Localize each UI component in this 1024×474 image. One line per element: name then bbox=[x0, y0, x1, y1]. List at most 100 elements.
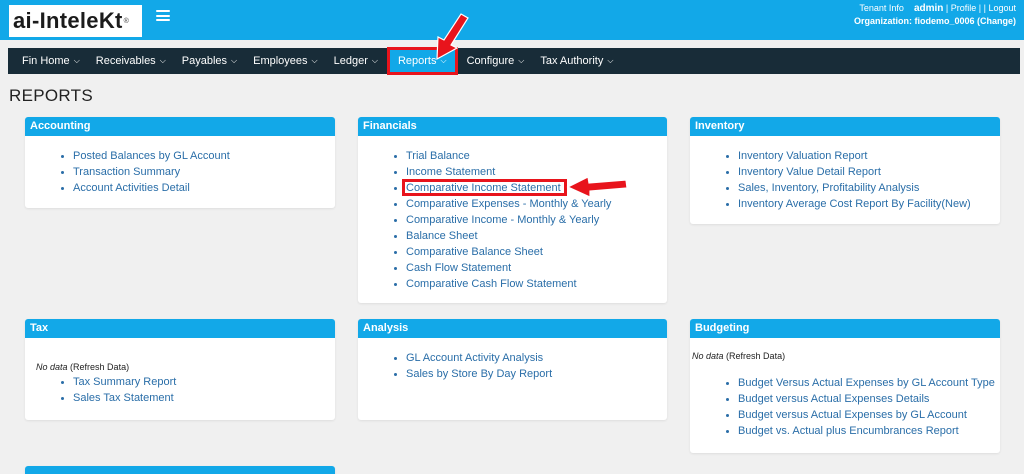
refresh-data-link[interactable]: (Refresh Data) bbox=[726, 351, 785, 361]
report-link[interactable]: Budget Versus Actual Expenses by GL Acco… bbox=[738, 377, 995, 389]
panel-title: Financials bbox=[358, 117, 667, 136]
report-link[interactable]: Cash Flow Statement bbox=[406, 262, 511, 274]
list-item: Income Statement bbox=[406, 164, 667, 180]
annotation-highlight-box bbox=[402, 179, 567, 196]
list-item: Sales by Store By Day Report bbox=[406, 366, 667, 382]
report-link[interactable]: Inventory Value Detail Report bbox=[738, 166, 881, 178]
list-item: Sales Tax Statement bbox=[73, 390, 335, 406]
refresh-data-link[interactable]: (Refresh Data) bbox=[70, 362, 129, 372]
username: admin bbox=[913, 3, 944, 14]
nav-label: Tax Authority bbox=[540, 55, 604, 67]
organization-label: Organization: bbox=[853, 16, 912, 26]
top-header: ai-InteleKt ® Tenant Info admin | Profil… bbox=[0, 0, 1024, 40]
list-item: Budget vs. Actual plus Encumbrances Repo… bbox=[738, 423, 1000, 439]
tenant-info-link[interactable]: Tenant Info bbox=[859, 3, 904, 13]
nav-fin-home[interactable]: Fin Home ⌵ bbox=[14, 48, 88, 74]
panel-title: Analysis bbox=[358, 319, 667, 338]
panel-title: Tax bbox=[25, 319, 335, 338]
chevron-down-icon: ⌵ bbox=[159, 56, 166, 65]
chevron-down-icon: ⌵ bbox=[440, 56, 447, 65]
logo-registered-mark: ® bbox=[123, 17, 129, 25]
report-link[interactable]: Income Statement bbox=[406, 166, 495, 178]
no-data-label: No data bbox=[36, 362, 68, 372]
panel-partial bbox=[25, 466, 335, 474]
report-link[interactable]: Inventory Valuation Report bbox=[738, 150, 867, 162]
nav-label: Employees bbox=[253, 55, 308, 67]
list-item: Balance Sheet bbox=[406, 228, 667, 244]
nav-label: Payables bbox=[181, 55, 228, 67]
report-link[interactable]: Comparative Income - Monthly & Yearly bbox=[406, 214, 599, 226]
list-item: Inventory Value Detail Report bbox=[738, 164, 1000, 180]
nav-payables[interactable]: Payables ⌵ bbox=[174, 48, 245, 74]
list-item: Transaction Summary bbox=[73, 164, 335, 180]
chevron-down-icon: ⌵ bbox=[311, 56, 318, 65]
no-data-note: No data (Refresh Data) bbox=[690, 338, 1000, 361]
organization-value: fiodemo_0006 bbox=[914, 16, 975, 26]
list-item: Posted Balances by GL Account bbox=[73, 148, 335, 164]
page-title: REPORTS bbox=[9, 86, 93, 105]
report-link[interactable]: Comparative Cash Flow Statement bbox=[406, 278, 577, 290]
list-item: Inventory Average Cost Report By Facilit… bbox=[738, 196, 1000, 212]
report-link[interactable]: Transaction Summary bbox=[73, 166, 180, 178]
chevron-down-icon: ⌵ bbox=[607, 56, 614, 65]
list-item: Comparative Expenses - Monthly & Yearly bbox=[406, 196, 667, 212]
panel-title: Budgeting bbox=[690, 319, 1000, 338]
list-item: Comparative Cash Flow Statement bbox=[406, 276, 667, 292]
list-item: Comparative Income - Monthly & Yearly bbox=[406, 212, 667, 228]
report-link[interactable]: Comparative Expenses - Monthly & Yearly bbox=[406, 198, 611, 210]
nav-label: Ledger bbox=[333, 55, 368, 67]
report-link[interactable]: Budget vs. Actual plus Encumbrances Repo… bbox=[738, 425, 959, 437]
list-item: Budget versus Actual Expenses Details bbox=[738, 391, 1000, 407]
panel-analysis: Analysis GL Account Activity Analysis Sa… bbox=[358, 319, 667, 420]
panel-title: Accounting bbox=[25, 117, 335, 136]
chevron-down-icon: ⌵ bbox=[73, 56, 80, 65]
list-item: Budget Versus Actual Expenses by GL Acco… bbox=[738, 375, 1000, 391]
report-link[interactable]: Inventory Average Cost Report By Facilit… bbox=[738, 198, 971, 210]
list-item: Sales, Inventory, Profitability Analysis bbox=[738, 180, 1000, 196]
list-item: Account Activities Detail bbox=[73, 180, 335, 196]
app-logo[interactable]: ai-InteleKt ® bbox=[9, 5, 142, 37]
nav-reports[interactable]: Reports ⌵ bbox=[386, 47, 458, 75]
report-link[interactable]: Sales Tax Statement bbox=[73, 392, 174, 404]
report-link[interactable]: Tax Summary Report bbox=[73, 376, 176, 388]
nav-label: Receivables bbox=[95, 55, 156, 67]
panel-tax: Tax No data (Refresh Data) Tax Summary R… bbox=[25, 319, 335, 420]
logo-text: ai-InteleKt bbox=[13, 8, 123, 33]
chevron-down-icon: ⌵ bbox=[518, 56, 525, 65]
panel-financials: Financials Trial Balance Income Statemen… bbox=[358, 117, 667, 303]
profile-link[interactable]: Profile bbox=[951, 3, 977, 13]
list-item: Inventory Valuation Report bbox=[738, 148, 1000, 164]
report-link[interactable]: Sales, Inventory, Profitability Analysis bbox=[738, 182, 919, 194]
user-area: Tenant Info admin | Profile | | Logout O… bbox=[853, 3, 1016, 26]
list-item: Budget versus Actual Expenses by GL Acco… bbox=[738, 407, 1000, 423]
list-item: GL Account Activity Analysis bbox=[406, 350, 667, 366]
no-data-label: No data bbox=[692, 351, 724, 361]
list-item: Cash Flow Statement bbox=[406, 260, 667, 276]
report-link[interactable]: Comparative Balance Sheet bbox=[406, 246, 543, 258]
report-link[interactable]: Sales by Store By Day Report bbox=[406, 368, 552, 380]
report-link[interactable]: Budget versus Actual Expenses Details bbox=[738, 393, 929, 405]
report-link[interactable]: Budget versus Actual Expenses by GL Acco… bbox=[738, 409, 967, 421]
change-organization-link[interactable]: Change bbox=[980, 16, 1013, 26]
nav-tax-authority[interactable]: Tax Authority ⌵ bbox=[532, 48, 621, 74]
chevron-down-icon: ⌵ bbox=[231, 56, 238, 65]
report-link[interactable]: Posted Balances by GL Account bbox=[73, 150, 230, 162]
hamburger-menu-icon[interactable] bbox=[156, 10, 170, 21]
panel-title: Inventory bbox=[690, 117, 1000, 136]
report-link[interactable]: GL Account Activity Analysis bbox=[406, 352, 543, 364]
no-data-note: No data (Refresh Data) bbox=[25, 338, 335, 372]
nav-configure[interactable]: Configure ⌵ bbox=[459, 48, 533, 74]
panel-budgeting: Budgeting No data (Refresh Data) Budget … bbox=[690, 319, 1000, 453]
list-item: Trial Balance bbox=[406, 148, 667, 164]
nav-label: Configure bbox=[466, 55, 515, 67]
nav-ledger[interactable]: Ledger ⌵ bbox=[326, 48, 386, 74]
list-item: Comparative Balance Sheet bbox=[406, 244, 667, 260]
report-link[interactable]: Balance Sheet bbox=[406, 230, 478, 242]
report-link[interactable]: Account Activities Detail bbox=[73, 182, 190, 194]
chevron-down-icon: ⌵ bbox=[371, 56, 378, 65]
report-link[interactable]: Trial Balance bbox=[406, 150, 470, 162]
nav-receivables[interactable]: Receivables ⌵ bbox=[88, 48, 174, 74]
nav-employees[interactable]: Employees ⌵ bbox=[245, 48, 326, 74]
panel-accounting: Accounting Posted Balances by GL Account… bbox=[25, 117, 335, 208]
logout-link[interactable]: Logout bbox=[988, 3, 1016, 13]
